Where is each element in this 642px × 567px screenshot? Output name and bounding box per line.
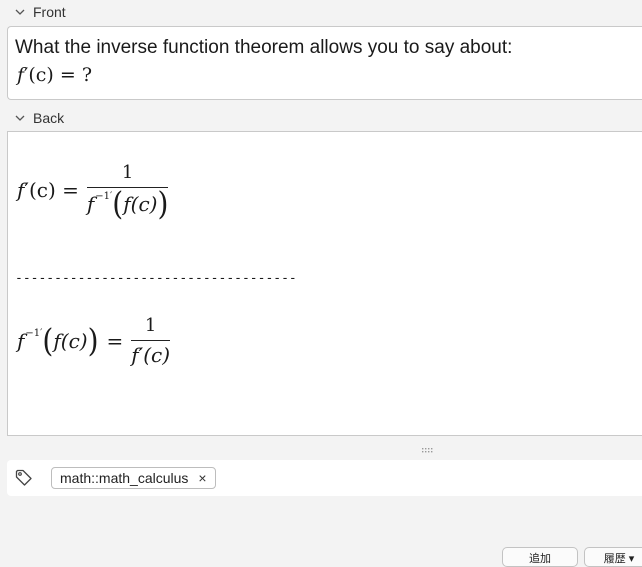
back-formula-2: f −1′ (f(c)) = 1 f′(c): [17, 315, 171, 367]
formula1-den-inner: f(c): [123, 192, 158, 216]
field-header-back[interactable]: Back: [0, 107, 642, 129]
front-formula-eq: = ?: [53, 64, 93, 86]
history-button[interactable]: 履歴 ▾: [584, 547, 642, 567]
history-button-label: 履歴 ▾: [603, 553, 635, 565]
front-formula-arg: (c): [28, 64, 54, 86]
field-label-back: Back: [33, 110, 65, 126]
formula2-lhs-f: f: [17, 329, 25, 353]
close-icon[interactable]: ×: [198, 470, 206, 486]
field-header-front[interactable]: Front: [0, 1, 642, 23]
formula1-lhs-f: f: [17, 178, 25, 202]
formula1-lhs-rest: ′(c) =: [24, 178, 79, 202]
drag-handle-icon[interactable]: [421, 447, 435, 453]
back-field-editor[interactable]: f ′(c) = 1 f −1′ (f(c)) -----------------…: [7, 131, 642, 436]
formula2-lhs-sup: −1′: [25, 327, 43, 339]
back-formula-1: f ′(c) = 1 f −1′ (f(c)): [17, 162, 169, 223]
tag-icon: [14, 468, 34, 488]
formula2-numerator: 1: [144, 315, 157, 336]
tag-chip-label: math::math_calculus: [60, 470, 189, 486]
tag-chip[interactable]: math::math_calculus ×: [51, 467, 216, 489]
tag-editor[interactable]: math::math_calculus ×: [7, 460, 642, 496]
chevron-down-icon[interactable]: [11, 5, 29, 19]
formula2-right-paren: ): [87, 321, 99, 360]
chevron-down-icon[interactable]: [11, 111, 29, 125]
formula2-left-paren: (: [42, 321, 54, 360]
formula1-den-f: f: [86, 192, 95, 216]
formula2-denominator: f′(c): [131, 343, 171, 367]
formula1-numerator: 1: [121, 162, 134, 183]
formula2-eq: =: [106, 329, 124, 353]
add-button[interactable]: 追加: [502, 547, 578, 567]
front-field-editor[interactable]: What the inverse function theorem allows…: [7, 26, 642, 100]
formula1-fraction: 1 f −1′ (f(c)): [86, 162, 169, 223]
formula2-lhs-inner: f(c): [53, 329, 88, 353]
front-formula-f: f: [17, 64, 25, 86]
separator-line: ------------------------------------: [15, 271, 297, 286]
formula2-fraction: 1 f′(c): [131, 315, 171, 367]
add-button-label: 追加: [529, 553, 551, 565]
formula1-denominator: f −1′ (f(c)): [86, 184, 169, 223]
formula1-left-paren: (: [112, 184, 124, 223]
formula1-den-sup: −1′: [95, 190, 113, 202]
field-label-front: Front: [33, 4, 66, 20]
front-question-text: What the inverse function theorem allows…: [15, 37, 513, 58]
front-formula: f′(c) = ?: [17, 62, 642, 88]
formula1-right-paren: ): [157, 184, 169, 223]
